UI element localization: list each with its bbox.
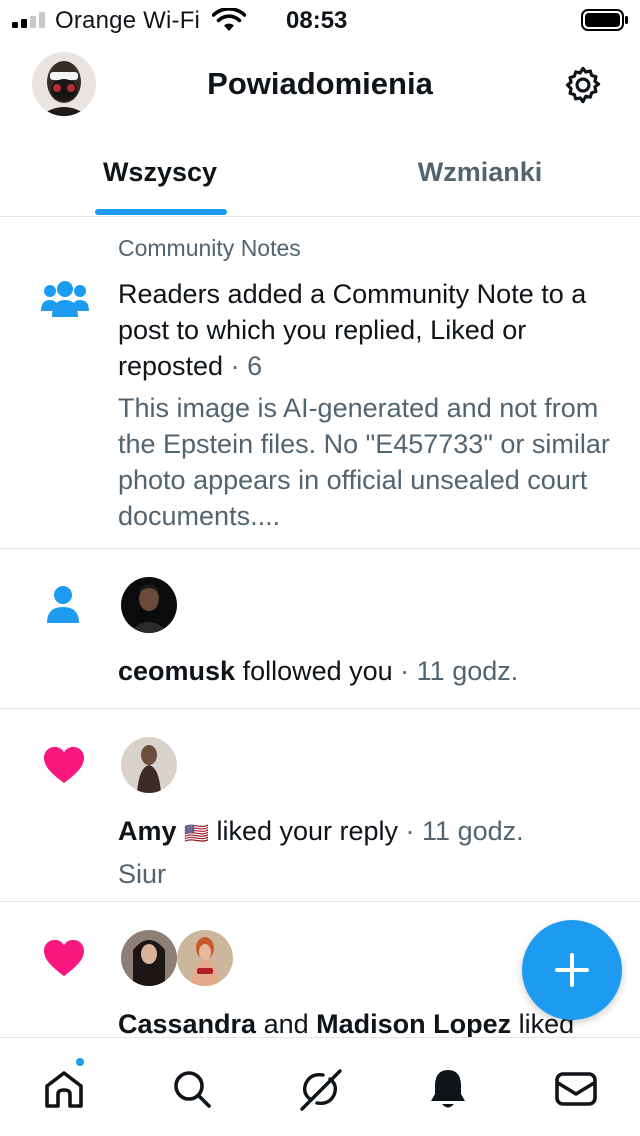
heart-icon (44, 746, 84, 784)
tab-bar: Wszyscy Wzmianki (0, 130, 640, 217)
notification-text: Readers added a Community Note to a post… (118, 276, 616, 384)
plus-icon (555, 953, 589, 987)
person-icon (47, 586, 79, 623)
user-name[interactable]: ceomusk (118, 656, 235, 686)
notification-time: · 11 godz. (398, 816, 524, 846)
bottom-nav (0, 1037, 640, 1136)
battery-icon (581, 9, 628, 31)
cellular-signal-icon (12, 12, 48, 28)
status-bar: Orange Wi-Fi 08:53 (0, 0, 640, 40)
carrier-name: Orange Wi-Fi (55, 7, 201, 34)
wifi-icon (212, 8, 246, 31)
avatar[interactable] (121, 737, 177, 793)
user-name[interactable]: Cassandra (118, 1009, 256, 1037)
tab-mentions-label: Wzmianki (417, 157, 543, 187)
notification-count: · 6 (223, 351, 263, 381)
gear-icon[interactable] (562, 64, 604, 106)
notification-category: Community Notes (118, 235, 301, 261)
notification-action: liked your reply (208, 816, 399, 846)
notification-snippet: This image is AI-generated and not from … (118, 393, 610, 531)
header: Powiadomienia (0, 40, 640, 130)
notification-text: ceomusk followed you · 11 godz. (118, 653, 616, 689)
notification-action: followed you (235, 656, 393, 686)
avatar[interactable] (121, 930, 177, 986)
people-icon (41, 281, 89, 317)
avatar[interactable] (121, 577, 177, 633)
user-name[interactable]: Madison Lopez (316, 1009, 511, 1037)
notification-text: Cassandra and Madison Lopez liked (118, 1006, 616, 1037)
community-note-message: Readers added a Community Note to a post… (118, 279, 587, 381)
notification-text: Amy 🇺🇸 liked your reply · 11 godz. (118, 813, 616, 852)
notification-dot (74, 1056, 86, 1068)
notification-connector: and (256, 1009, 317, 1037)
notification-like[interactable]: Amy 🇺🇸 liked your reply · 11 godz. Siur (0, 709, 640, 902)
tab-all-label: Wszyscy (102, 157, 218, 187)
status-time: 08:53 (286, 7, 348, 34)
grok-icon[interactable] (297, 1066, 343, 1112)
heart-icon (44, 939, 84, 977)
reply-preview: Siur (118, 859, 167, 889)
flag-emoji: 🇺🇸 (184, 823, 209, 845)
avatar[interactable] (177, 930, 233, 986)
notification-community-note[interactable]: Community Notes Readers added a Communit… (0, 217, 640, 549)
user-name[interactable]: Amy (118, 816, 177, 846)
notification-time: · 11 godz. (392, 656, 519, 686)
tab-mentions[interactable]: Wzmianki (320, 130, 640, 216)
notification-follow[interactable]: ceomusk followed you · 11 godz. (0, 549, 640, 709)
tab-all[interactable]: Wszyscy (0, 130, 320, 216)
bell-icon[interactable] (425, 1066, 471, 1112)
search-icon[interactable] (169, 1066, 215, 1112)
active-tab-indicator (95, 209, 227, 215)
compose-button[interactable] (522, 920, 622, 1020)
mail-icon[interactable] (553, 1066, 599, 1112)
home-icon[interactable] (41, 1066, 87, 1112)
page-title: Powiadomienia (207, 66, 433, 101)
